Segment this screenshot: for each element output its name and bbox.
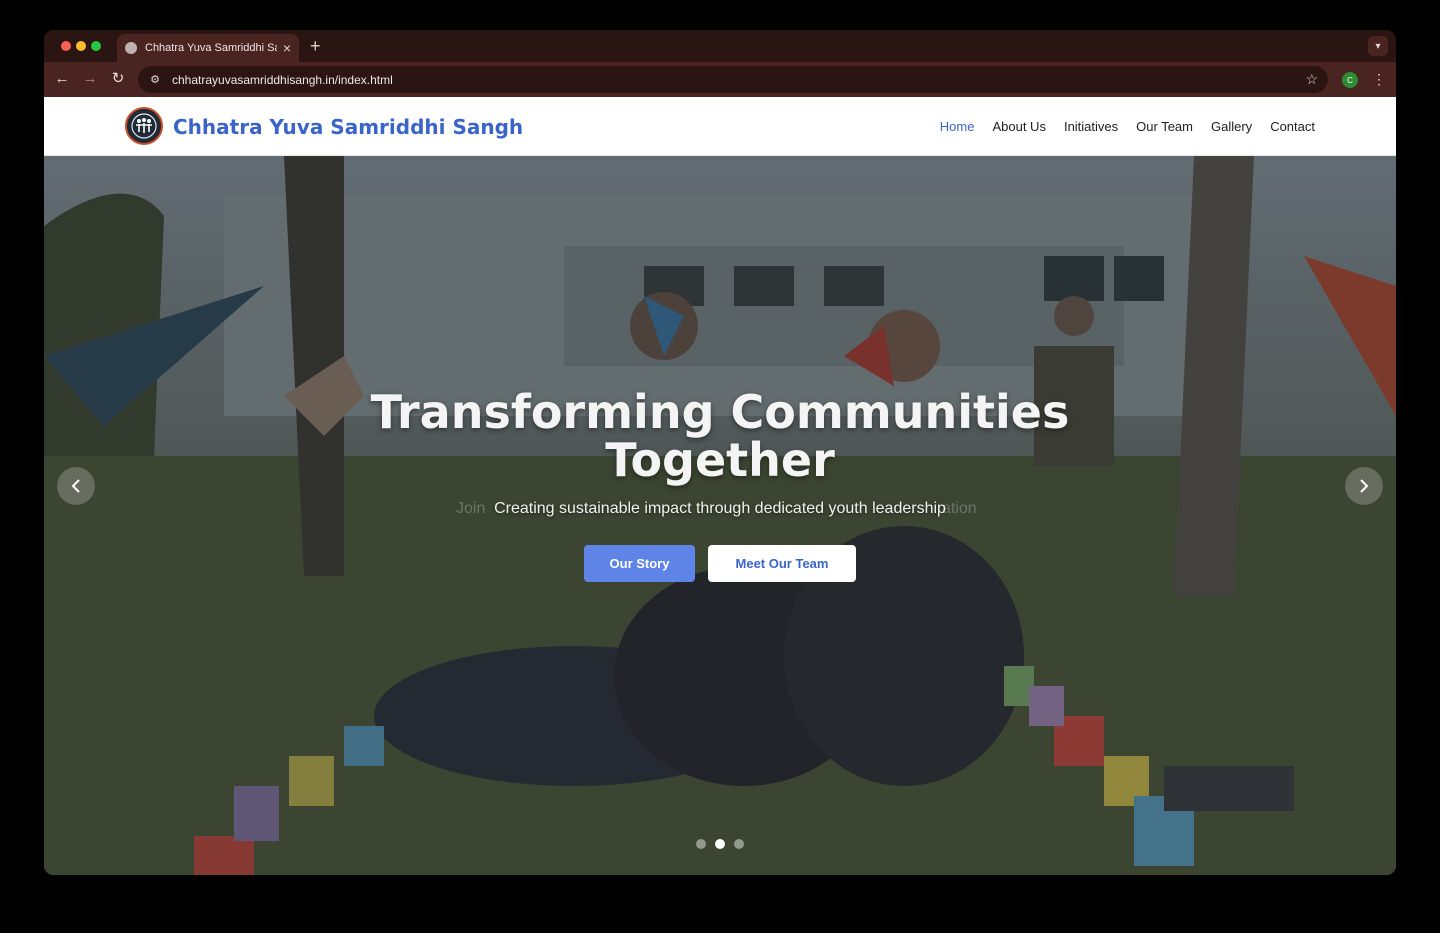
tab-strip: Chhatra Yuva Samriddhi Sangh × + ▾ <box>44 30 1396 62</box>
new-tab-button[interactable]: + <box>310 36 321 56</box>
hero-title: Transforming Communities Together <box>44 388 1396 484</box>
brand-name[interactable]: Chhatra Yuva Samriddhi Sangh <box>173 115 523 139</box>
carousel-next-button[interactable] <box>1345 467 1383 505</box>
carousel-dot-3[interactable] <box>734 839 744 849</box>
nav-about-us[interactable]: About Us <box>992 119 1045 134</box>
reload-button[interactable]: ↻ <box>108 70 128 88</box>
bookmark-star-icon[interactable]: ☆ <box>1305 71 1318 88</box>
forward-button[interactable]: → <box>80 70 100 88</box>
browser-toolbar: ← → ↻ ⚙ chhatrayuvasamriddhisangh.in/ind… <box>44 62 1396 97</box>
hero-title-line-2: Together <box>605 433 835 487</box>
nav-home[interactable]: Home <box>940 119 975 134</box>
tab-search-button[interactable]: ▾ <box>1368 36 1388 56</box>
globe-icon <box>125 42 137 54</box>
maximize-window-button[interactable] <box>91 41 101 51</box>
tab-title: Chhatra Yuva Samriddhi Sangh <box>145 42 277 54</box>
carousel-indicators <box>44 839 1396 849</box>
address-bar[interactable]: ⚙ chhatrayuvasamriddhisangh.in/index.htm… <box>138 66 1328 93</box>
carousel-prev-button[interactable] <box>57 467 95 505</box>
hero-carousel: Transforming Communities Together Join a… <box>44 156 1396 875</box>
browser-tab[interactable]: Chhatra Yuva Samriddhi Sangh × <box>117 34 299 62</box>
meet-our-team-button[interactable]: Meet Our Team <box>708 545 856 582</box>
nav-our-team[interactable]: Our Team <box>1136 119 1193 134</box>
browser-window: Chhatra Yuva Samriddhi Sangh × + ▾ ← → ↻… <box>44 30 1396 875</box>
nav-gallery[interactable]: Gallery <box>1211 119 1252 134</box>
nav-contact[interactable]: Contact <box>1270 119 1315 134</box>
site-logo[interactable] <box>125 107 163 145</box>
minimize-window-button[interactable] <box>76 41 86 51</box>
logo-people-icon <box>131 113 157 139</box>
site-header: Chhatra Yuva Samriddhi Sangh Home About … <box>44 97 1396 156</box>
url-text[interactable]: chhatrayuvasamriddhisangh.in/index.html <box>172 73 1305 87</box>
profile-avatar[interactable]: C <box>1342 72 1358 88</box>
hero-subtitle: Creating sustainable impact through dedi… <box>494 500 946 517</box>
chevron-right-icon <box>1360 479 1369 493</box>
close-tab-icon[interactable]: × <box>283 41 291 55</box>
carousel-dot-1[interactable] <box>696 839 706 849</box>
web-page: Chhatra Yuva Samriddhi Sangh Home About … <box>44 97 1396 875</box>
chevron-left-icon <box>71 479 80 493</box>
close-window-button[interactable] <box>61 41 71 51</box>
our-story-button[interactable]: Our Story <box>584 545 695 582</box>
browser-menu-icon[interactable]: ⋮ <box>1372 70 1386 88</box>
site-info-icon[interactable]: ⚙ <box>146 71 164 89</box>
nav-initiatives[interactable]: Initiatives <box>1064 119 1118 134</box>
hero-buttons: Our Story Meet Our Team <box>44 545 1396 582</box>
back-button[interactable]: ← <box>52 70 72 88</box>
main-nav: Home About Us Initiatives Our Team Galle… <box>940 119 1315 134</box>
carousel-dot-2[interactable] <box>715 839 725 849</box>
hero-title-line-1: Transforming Communities <box>370 385 1070 439</box>
